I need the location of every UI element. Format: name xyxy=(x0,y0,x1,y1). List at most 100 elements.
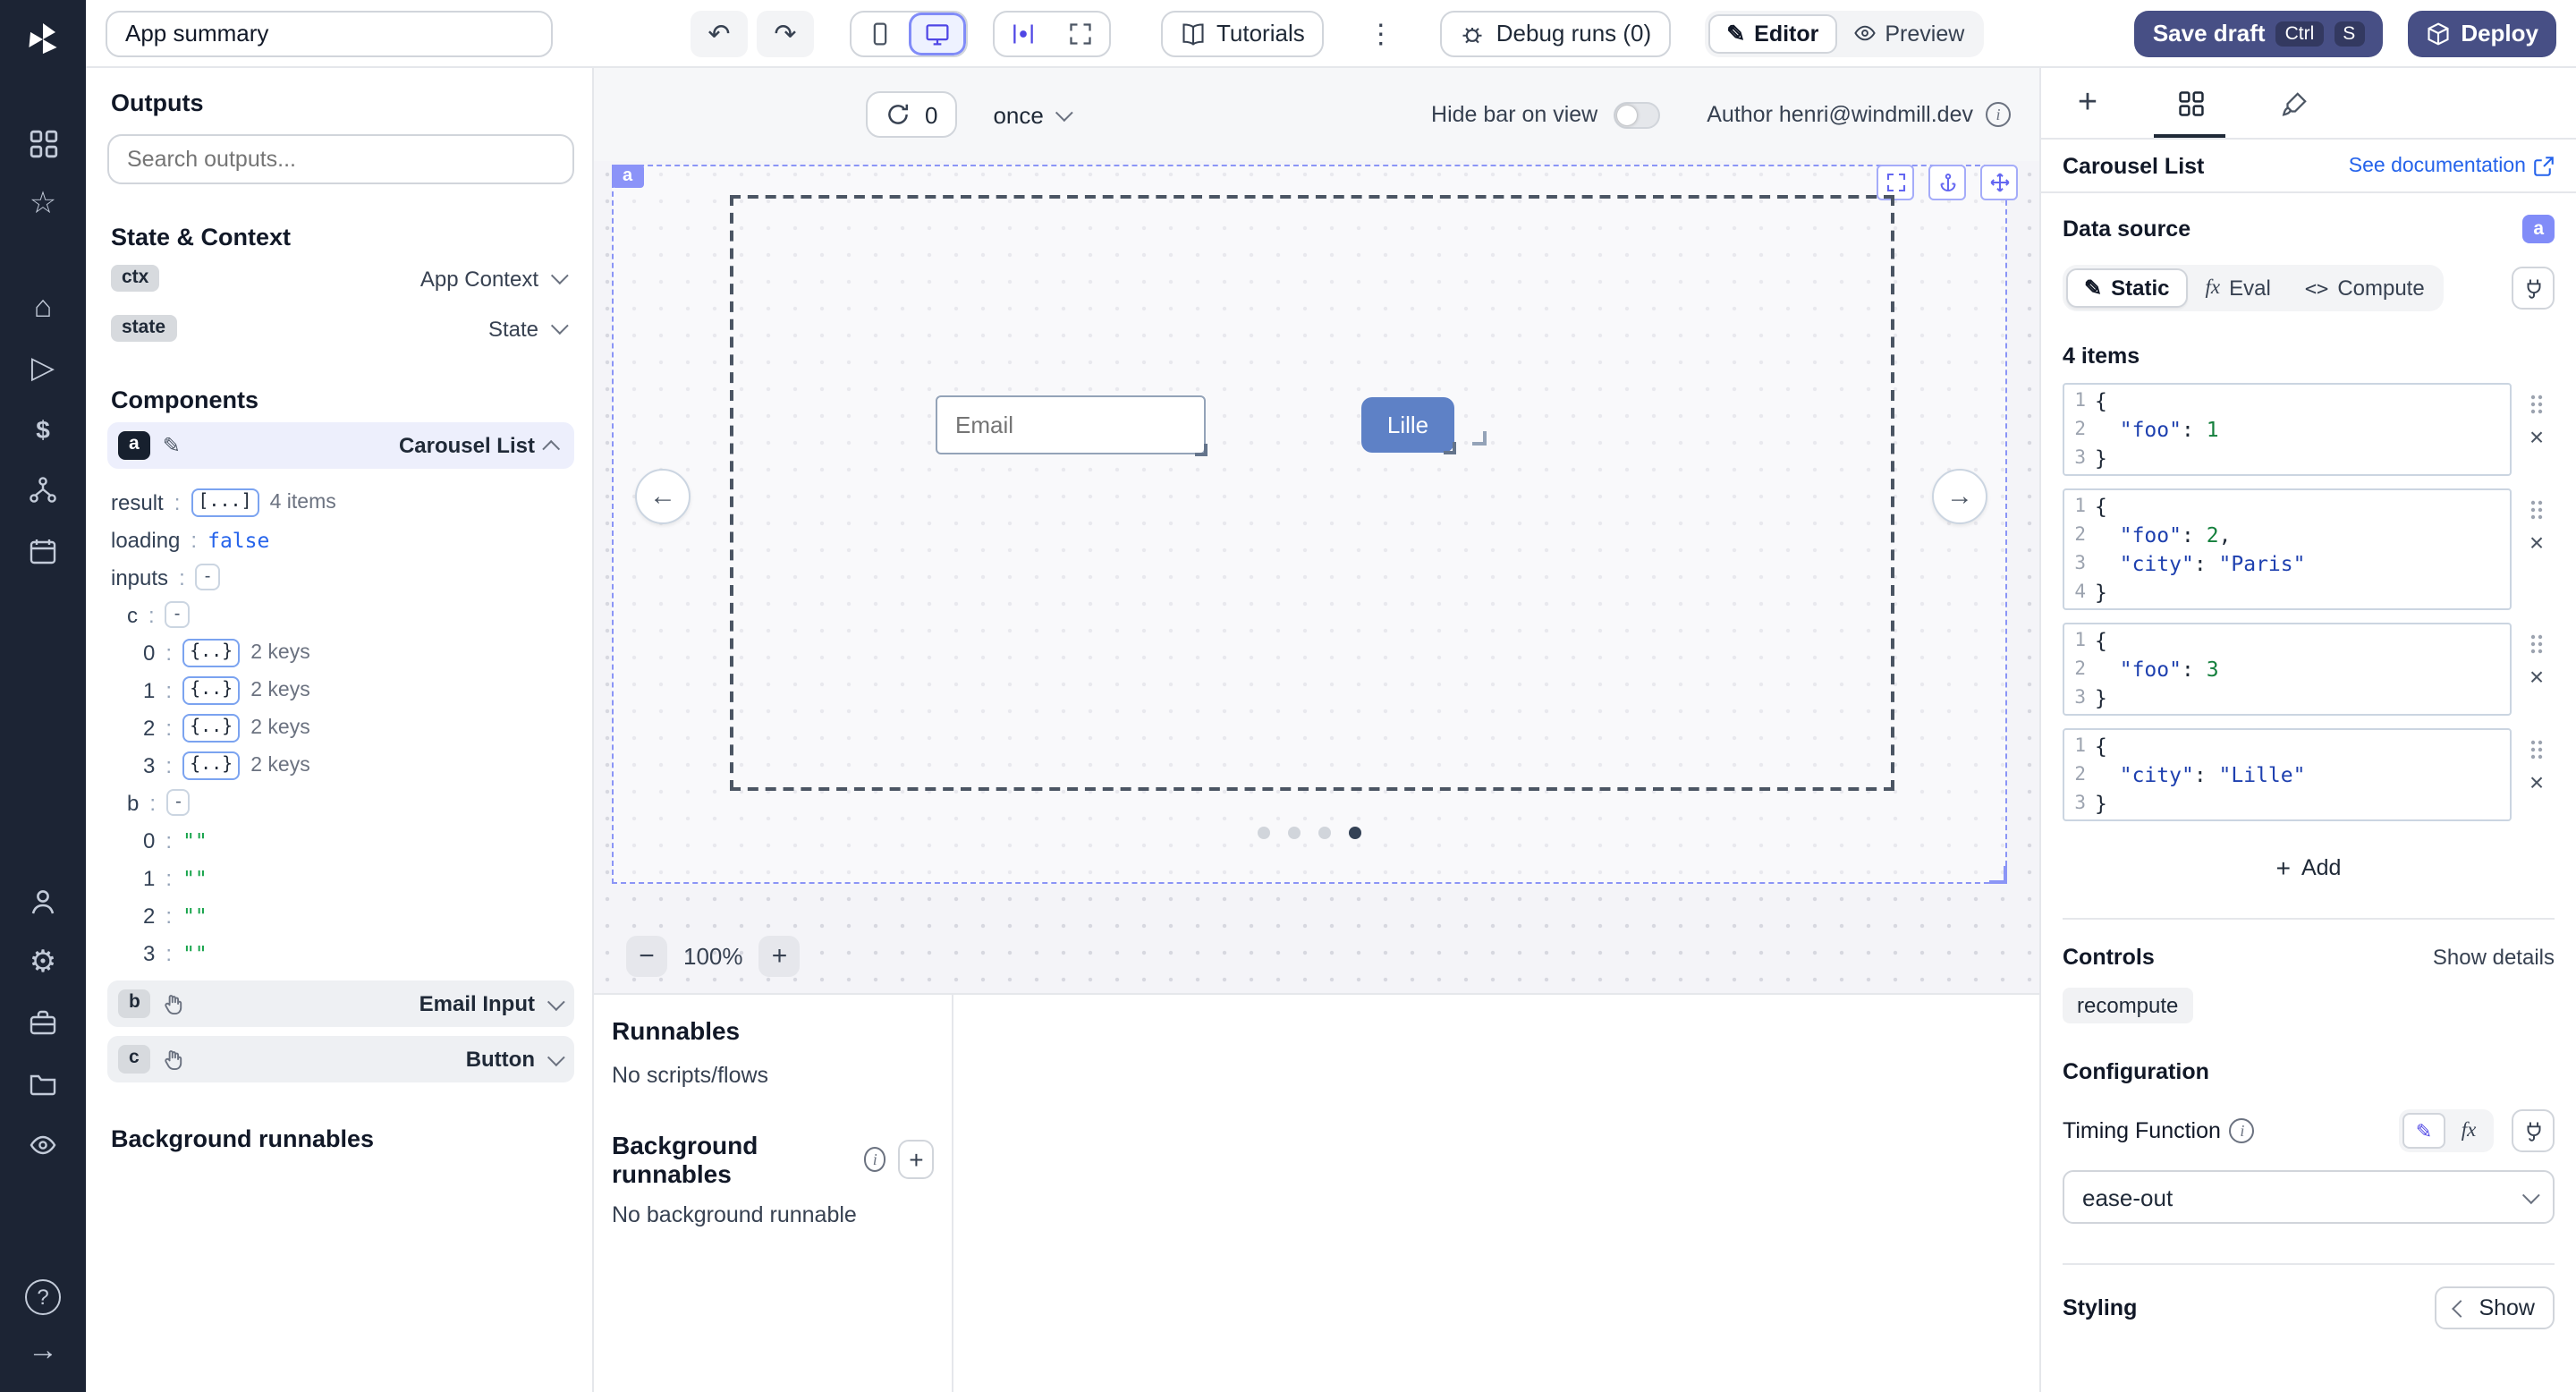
carousel-next-button[interactable]: → xyxy=(1932,469,1987,524)
home-icon[interactable]: ⌂ xyxy=(16,281,70,335)
tree-row[interactable]: 1:{..}2 keys xyxy=(107,671,574,709)
timing-function-select[interactable]: ease-out xyxy=(2063,1170,2555,1224)
search-outputs-input[interactable] xyxy=(107,134,574,184)
state-row[interactable]: state State xyxy=(107,306,574,351)
tree-row[interactable]: 2:"" xyxy=(107,896,574,934)
preview-tab[interactable]: Preview xyxy=(1836,13,1980,53)
tree-row[interactable]: 0:{..}2 keys xyxy=(107,633,574,671)
insert-tab-plus-icon[interactable]: + xyxy=(2055,68,2120,140)
component-row-button[interactable]: c Button xyxy=(107,1036,574,1082)
expand-toggle-chip[interactable]: {..} xyxy=(182,638,240,666)
fullwidth-icon[interactable] xyxy=(1052,12,1109,55)
refresh-control[interactable]: 0 xyxy=(866,91,957,138)
expand-toggle-chip[interactable]: {..} xyxy=(182,713,240,742)
static-pencil-icon[interactable]: ✎ xyxy=(2402,1113,2445,1149)
expand-toggle-chip[interactable]: {..} xyxy=(182,675,240,704)
tree-row[interactable]: loading:false xyxy=(107,521,574,558)
compute-mode-button[interactable]: <> Compute xyxy=(2289,268,2441,308)
collapse-arrow-icon[interactable]: → xyxy=(16,1324,70,1378)
desktop-view-icon[interactable] xyxy=(909,12,966,55)
delete-item-icon[interactable]: × xyxy=(2529,531,2544,553)
undo-icon[interactable]: ↶ xyxy=(691,10,748,56)
more-menu-icon[interactable]: ⋮ xyxy=(1368,17,1394,49)
mobile-view-icon[interactable] xyxy=(852,12,909,55)
variables-dollar-icon[interactable]: $ xyxy=(16,403,70,456)
drag-handle-icon[interactable] xyxy=(2529,633,2544,655)
tree-row[interactable]: inputs:- xyxy=(107,558,574,596)
show-details-link[interactable]: Show details xyxy=(2433,945,2555,970)
connect-plug-icon[interactable] xyxy=(2512,1109,2555,1152)
tree-row[interactable]: 1:"" xyxy=(107,859,574,896)
expand-toggle-chip[interactable]: [...] xyxy=(191,488,258,516)
frequency-select[interactable]: once xyxy=(993,101,1068,128)
ctx-row[interactable]: ctx App Context xyxy=(107,256,574,301)
carousel-component[interactable]: a Lille xyxy=(612,165,2007,884)
delete-item-icon[interactable]: × xyxy=(2529,666,2544,687)
see-documentation-link[interactable]: See documentation xyxy=(2349,155,2555,176)
users-person-icon[interactable] xyxy=(16,875,70,929)
add-item-button[interactable]: + Add xyxy=(2262,846,2356,889)
tree-row[interactable]: b:- xyxy=(107,784,574,821)
recompute-chip[interactable]: recompute xyxy=(2063,988,2192,1023)
deploy-button[interactable]: Deploy xyxy=(2407,10,2556,56)
connect-plug-icon[interactable] xyxy=(2512,267,2555,310)
tree-row[interactable]: 2:{..}2 keys xyxy=(107,709,574,746)
zoom-out-button[interactable]: − xyxy=(626,936,667,977)
carousel-prev-button[interactable]: ← xyxy=(635,469,691,524)
workers-briefcase-icon[interactable] xyxy=(16,997,70,1050)
eval-fx-icon[interactable]: fx xyxy=(2447,1113,2490,1149)
json-editor[interactable]: 1{2 "foo": 13} xyxy=(2063,383,2512,476)
tree-row[interactable]: 3:"" xyxy=(107,934,574,972)
tree-row[interactable]: 3:{..}2 keys xyxy=(107,746,574,784)
lille-button[interactable]: Lille xyxy=(1361,397,1454,453)
carousel-item-container[interactable] xyxy=(730,195,1894,791)
add-background-runnable-button[interactable]: + xyxy=(899,1140,934,1179)
save-draft-button[interactable]: Save draft Ctrl S xyxy=(2135,10,2382,56)
move-component-icon[interactable] xyxy=(1980,165,2018,200)
redo-icon[interactable]: ↷ xyxy=(757,10,814,56)
zoom-in-button[interactable]: + xyxy=(759,936,801,977)
carousel-dot-active[interactable] xyxy=(1349,827,1361,839)
component-row-email[interactable]: b Email Input xyxy=(107,980,574,1027)
carousel-dot[interactable] xyxy=(1318,827,1331,839)
drag-handle-icon[interactable] xyxy=(2529,394,2544,415)
folders-icon[interactable] xyxy=(16,1057,70,1111)
resources-nodes-icon[interactable] xyxy=(16,463,70,517)
delete-item-icon[interactable]: × xyxy=(2529,771,2544,793)
center-align-icon[interactable] xyxy=(995,12,1052,55)
component-row-carousel[interactable]: a ✎ Carousel List xyxy=(107,422,574,469)
drag-handle-icon[interactable] xyxy=(2529,739,2544,760)
resize-handle[interactable] xyxy=(1472,431,1487,446)
tree-row[interactable]: 0:"" xyxy=(107,821,574,859)
resize-handle[interactable] xyxy=(1195,444,1208,456)
static-mode-button[interactable]: ✎ Static xyxy=(2066,268,2188,308)
editor-tab[interactable]: ✎ Editor xyxy=(1708,13,1836,53)
eval-mode-button[interactable]: fx Eval xyxy=(2190,268,2287,308)
json-editor[interactable]: 1{2 "city": "Lille"3} xyxy=(2063,728,2512,821)
info-icon[interactable]: i xyxy=(864,1147,886,1172)
expand-toggle-chip[interactable]: {..} xyxy=(182,751,240,779)
anchor-component-icon[interactable] xyxy=(1928,165,1966,200)
hide-bar-toggle[interactable] xyxy=(1614,101,1660,128)
email-input[interactable] xyxy=(936,395,1206,454)
styling-show-button[interactable]: Show xyxy=(2434,1286,2555,1329)
tree-row[interactable]: result:[...]4 items xyxy=(107,483,574,521)
debug-runs-button[interactable]: Debug runs (0) xyxy=(1441,10,1671,56)
resize-handle[interactable] xyxy=(1444,442,1456,454)
runs-play-icon[interactable]: ▷ xyxy=(16,342,70,395)
carousel-dot[interactable] xyxy=(1258,827,1270,839)
favorites-star-icon[interactable]: ☆ xyxy=(16,177,70,231)
apps-icon[interactable] xyxy=(16,116,70,170)
help-icon[interactable]: ? xyxy=(16,1270,70,1324)
component-settings-tab-icon[interactable] xyxy=(2159,68,2224,140)
delete-item-icon[interactable]: × xyxy=(2529,426,2544,447)
windmill-logo-icon[interactable] xyxy=(16,13,70,66)
styling-tab-brush-icon[interactable] xyxy=(2261,68,2326,140)
tutorials-button[interactable]: Tutorials xyxy=(1161,10,1325,56)
carousel-dot[interactable] xyxy=(1288,827,1301,839)
info-icon[interactable]: i xyxy=(1986,102,2011,127)
drag-handle-icon[interactable] xyxy=(2529,499,2544,521)
app-canvas[interactable]: a Lille xyxy=(594,161,2039,993)
tree-row[interactable]: c:- xyxy=(107,596,574,633)
info-icon[interactable]: i xyxy=(2230,1118,2255,1143)
